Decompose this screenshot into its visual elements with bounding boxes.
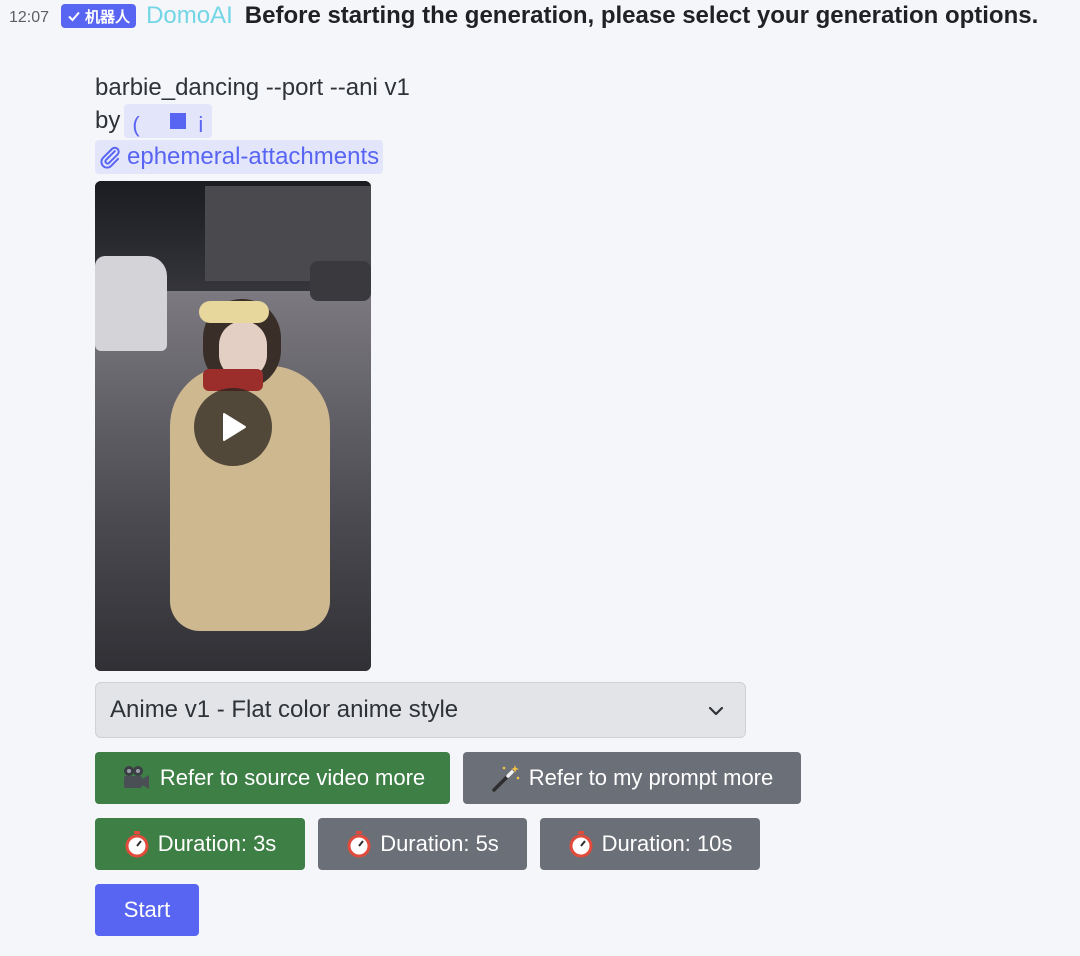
bot-tag-label: 机器人 <box>85 8 131 26</box>
style-select-value: Anime v1 - Flat color anime style <box>110 696 459 723</box>
style-select[interactable]: Anime v1 - Flat color anime style <box>95 682 746 738</box>
stopwatch-icon <box>125 831 149 858</box>
duration-3s-button[interactable]: Duration: 3s <box>95 818 305 870</box>
refer-prompt-label: Refer to my prompt more <box>528 765 774 790</box>
stopwatch-icon <box>569 831 593 858</box>
mention-fragment-right: i <box>198 112 204 137</box>
chevron-down-icon <box>708 706 724 716</box>
start-button-row: Start <box>95 884 995 936</box>
duration-5s-label: Duration: 5s <box>380 831 499 856</box>
magic-wand-icon <box>491 765 520 792</box>
refer-source-video-label: Refer to source video more <box>159 765 426 790</box>
duration-3s-label: Duration: 3s <box>157 831 277 856</box>
movie-camera-icon <box>123 766 149 789</box>
duration-button-row: Duration: 3s Duration: 5s Duration: 10s <box>95 818 995 870</box>
duration-10s-button[interactable]: Duration: 10s <box>540 818 760 870</box>
refer-source-video-button[interactable]: Refer to source video more <box>95 752 450 804</box>
message-header: 12:07 机器人 DomoAI Before starting the gen… <box>9 2 1038 30</box>
user-mention[interactable]: ( i <box>124 104 213 138</box>
stopwatch-icon <box>347 831 371 858</box>
refer-prompt-button[interactable]: Refer to my prompt more <box>463 752 801 804</box>
message-title: Before starting the generation, please s… <box>244 2 1039 29</box>
play-button[interactable] <box>194 388 272 466</box>
play-icon <box>223 413 246 441</box>
paperclip-icon <box>100 146 120 169</box>
mention-fragment-left: ( <box>132 112 140 137</box>
duration-5s-button[interactable]: Duration: 5s <box>318 818 527 870</box>
prompt-text: barbie_dancing --port --ani v1 <box>95 74 410 101</box>
bot-tag: 机器人 <box>61 4 137 28</box>
message-content: barbie_dancing --port --ani v1 by ( i ep… <box>95 72 995 936</box>
by-label: by <box>95 107 121 134</box>
checkmark-icon <box>68 11 80 22</box>
start-button[interactable]: Start <box>95 884 199 936</box>
bot-message: 12:07 机器人 DomoAI Before starting the gen… <box>0 0 1080 956</box>
channel-name: ephemeral-attachments <box>127 143 380 170</box>
redaction-block <box>170 113 187 129</box>
reference-button-row: Refer to source video more Refer to my p… <box>95 752 995 804</box>
author-line: by ( i <box>95 104 995 138</box>
username[interactable]: DomoAI <box>146 2 233 30</box>
video-attachment[interactable] <box>95 181 371 671</box>
start-label: Start <box>123 897 171 922</box>
timestamp: 12:07 <box>9 9 50 26</box>
channel-link[interactable]: ephemeral-attachments <box>95 140 384 174</box>
duration-10s-label: Duration: 10s <box>601 831 733 856</box>
